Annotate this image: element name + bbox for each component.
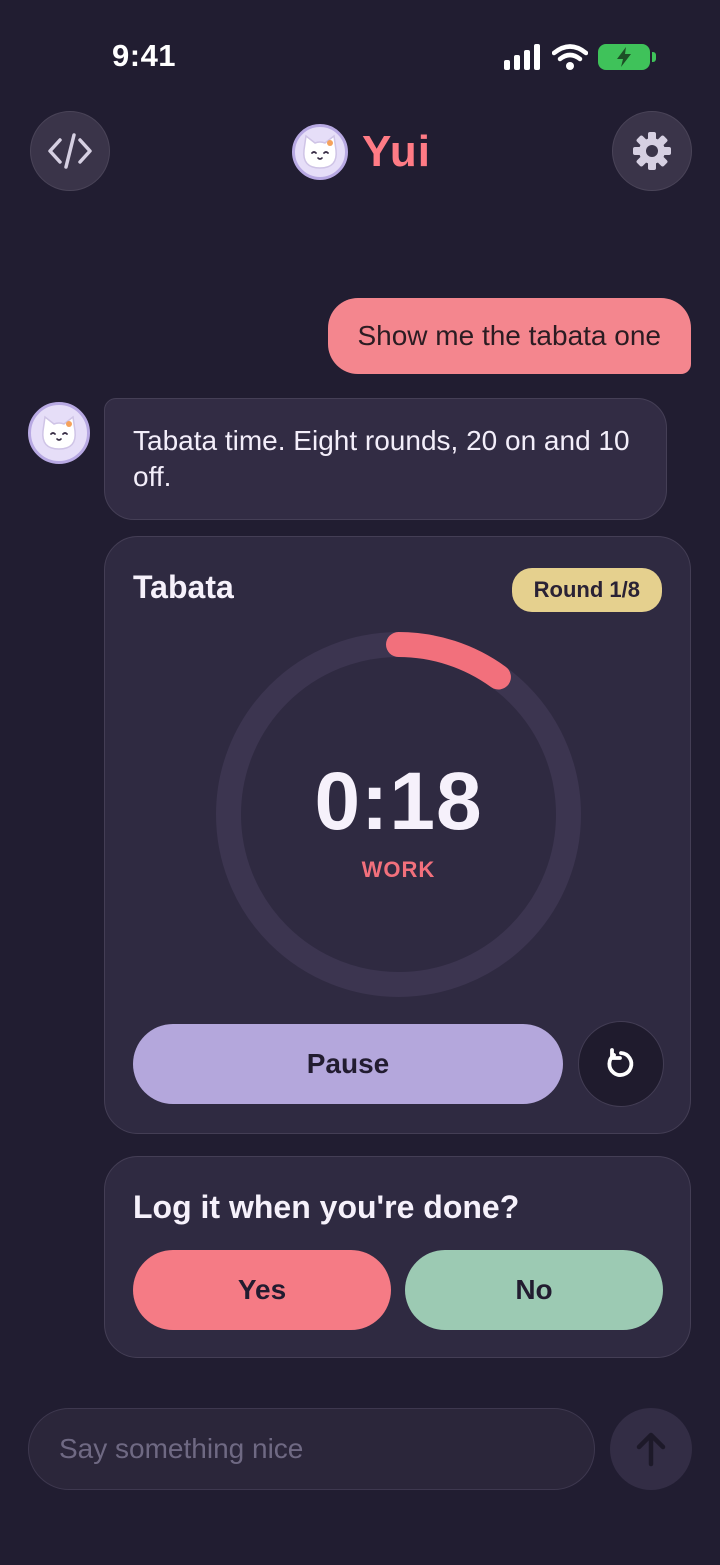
- code-icon: [48, 133, 92, 169]
- log-question: Log it when you're done?: [133, 1189, 520, 1225]
- round-badge: Round 1/8: [511, 568, 662, 612]
- gear-icon: [633, 132, 671, 170]
- message-input[interactable]: [28, 1408, 595, 1490]
- signal-icon: [504, 44, 540, 70]
- cat-avatar-icon: [42, 415, 76, 450]
- reset-button[interactable]: [578, 1021, 664, 1107]
- code-button[interactable]: [30, 111, 110, 191]
- timer-phase: WORK: [361, 857, 436, 882]
- no-button[interactable]: No: [405, 1250, 663, 1330]
- timer-countdown: 0:18: [314, 756, 483, 847]
- brand-name: Yui: [362, 127, 432, 176]
- brand: Yui: [292, 124, 431, 180]
- bot-message-bubble: Tabata time. Eight rounds, 20 on and 10 …: [104, 398, 667, 520]
- user-message-bubble: Show me the tabata one: [328, 298, 691, 374]
- status-time: 9:41: [112, 38, 177, 73]
- settings-button[interactable]: [612, 111, 692, 191]
- bot-avatar: [28, 402, 90, 464]
- send-button[interactable]: [610, 1408, 692, 1490]
- timer-title: Tabata: [133, 569, 234, 605]
- timer-card: Tabata Round 1/8 0:18 WORK Pause: [104, 536, 691, 1134]
- pause-button[interactable]: Pause: [133, 1024, 563, 1104]
- battery-icon: [598, 44, 656, 70]
- arrow-up-icon: [636, 1432, 666, 1467]
- brand-avatar: [292, 124, 348, 180]
- cat-avatar-icon: [303, 134, 337, 169]
- yes-button[interactable]: Yes: [133, 1250, 391, 1330]
- wifi-icon: [552, 44, 588, 70]
- reset-icon: [607, 1048, 634, 1077]
- status-icons: [504, 44, 656, 70]
- log-card: Log it when you're done? Yes No: [104, 1156, 691, 1358]
